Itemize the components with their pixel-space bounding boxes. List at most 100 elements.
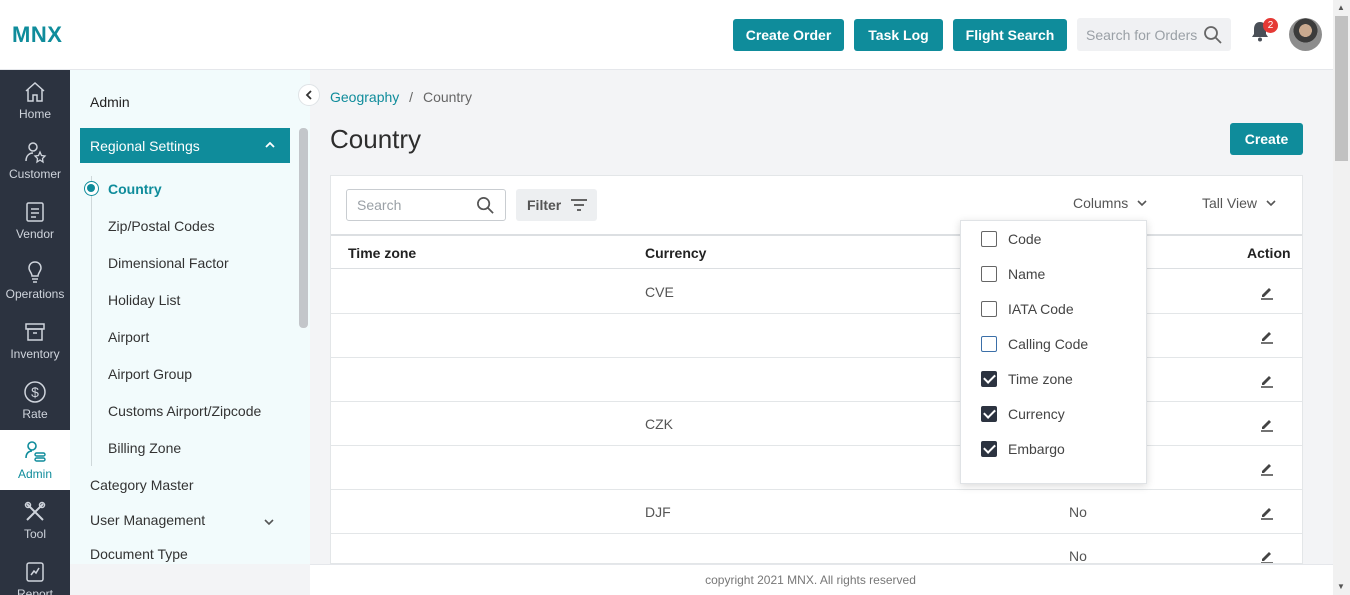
subnav-item-holiday-list[interactable]: Holiday List <box>108 292 180 308</box>
checkbox-checked[interactable] <box>981 371 997 387</box>
scroll-up-arrow[interactable]: ▲ <box>1337 3 1345 12</box>
columns-dropdown-menu: Code Name IATA Code Calling Code Time zo… <box>960 220 1147 484</box>
create-button[interactable]: Create <box>1230 123 1303 155</box>
nav-admin-label: Admin <box>17 466 52 481</box>
column-option-label: Currency <box>1008 406 1065 422</box>
chevron-down-icon[interactable] <box>263 516 275 528</box>
table-row[interactable] <box>331 314 1302 358</box>
home-icon <box>25 81 45 102</box>
filter-button[interactable]: Filter <box>516 189 597 221</box>
nav-vendor-label: Vendor <box>15 226 55 241</box>
column-option-code[interactable]: Code <box>981 231 1041 247</box>
nav-customer-label: Customer <box>8 166 61 181</box>
nav-operations[interactable]: Operations <box>0 250 70 310</box>
column-option-time-zone[interactable]: Time zone <box>981 371 1073 387</box>
regional-settings-label: Regional Settings <box>90 137 200 154</box>
checkbox-checked[interactable] <box>981 441 997 457</box>
edit-icon[interactable] <box>1259 548 1275 564</box>
customer-icon <box>25 141 47 163</box>
collapse-sidebar-button[interactable] <box>298 84 320 106</box>
table-search-input[interactable]: Search <box>346 189 506 221</box>
subnav-item-dimensional-factor[interactable]: Dimensional Factor <box>108 255 229 271</box>
create-order-button[interactable]: Create Order <box>733 19 844 51</box>
tall-view-label: Tall View <box>1202 195 1257 211</box>
chevron-down-icon <box>1137 200 1147 207</box>
admin-subnav: Admin Regional Settings Country Zip/Post… <box>70 70 310 564</box>
columns-label: Columns <box>1073 195 1129 211</box>
subnav-scrollbar[interactable] <box>299 128 308 328</box>
subnav-item-country[interactable]: Country <box>108 181 162 197</box>
checkbox[interactable] <box>981 231 997 247</box>
checkbox-checked[interactable] <box>981 406 997 422</box>
breadcrumb-current: Country <box>422 89 472 105</box>
notification-badge: 2 <box>1263 18 1278 33</box>
nav-rate[interactable]: $ Rate <box>0 370 70 430</box>
task-log-button[interactable]: Task Log <box>854 19 943 51</box>
table-row[interactable]: No <box>331 534 1302 564</box>
cell-currency: CZK <box>645 416 673 432</box>
columns-dropdown-button[interactable]: Columns <box>1073 195 1148 211</box>
nav-home[interactable]: Home <box>0 70 70 130</box>
regional-settings-group[interactable]: Regional Settings <box>80 128 290 163</box>
column-option-label: Time zone <box>1008 371 1073 387</box>
table-row[interactable]: CZK <box>331 402 1302 446</box>
operations-icon <box>28 260 42 283</box>
nav-operations-label: Operations <box>5 286 65 301</box>
checkbox[interactable] <box>981 301 997 317</box>
subnav-item-airport-group[interactable]: Airport Group <box>108 366 192 382</box>
scroll-down-arrow[interactable]: ▼ <box>1337 582 1345 591</box>
subnav-item-zip-postal-codes[interactable]: Zip/Postal Codes <box>108 218 215 234</box>
flight-search-button[interactable]: Flight Search <box>953 19 1067 51</box>
table-row[interactable] <box>331 358 1302 402</box>
column-option-calling-code[interactable]: Calling Code <box>981 336 1088 352</box>
subnav-item-airport[interactable]: Airport <box>108 329 149 345</box>
rate-icon: $ <box>24 380 46 403</box>
chevron-left-icon <box>305 90 312 100</box>
subnav-item-document-type[interactable]: Document Type <box>90 546 188 562</box>
nav-inventory[interactable]: Inventory <box>0 310 70 370</box>
subnav-item-customs-airport[interactable]: Customs Airport/Zipcode <box>108 403 261 419</box>
table-header: Time zone Currency Action <box>331 234 1302 269</box>
nav-vendor[interactable]: Vendor <box>0 190 70 250</box>
column-option-iata-code[interactable]: IATA Code <box>981 301 1074 317</box>
nav-tool[interactable]: Tool <box>0 490 70 550</box>
chevron-up-icon[interactable] <box>264 139 276 151</box>
edit-icon[interactable] <box>1259 504 1275 520</box>
search-icon[interactable] <box>476 196 495 215</box>
scrollbar-thumb[interactable] <box>1335 16 1348 161</box>
filter-label: Filter <box>527 197 562 213</box>
column-option-label: Embargo <box>1008 441 1065 457</box>
order-search-input[interactable]: Search for Orders <box>1077 18 1231 51</box>
subnav-item-category-master[interactable]: Category Master <box>90 477 193 493</box>
table-row[interactable]: DJF No <box>331 490 1302 534</box>
filter-icon <box>571 199 587 211</box>
edit-icon[interactable] <box>1259 460 1275 476</box>
nav-customer[interactable]: Customer <box>0 130 70 190</box>
page-title: Country <box>330 124 422 154</box>
edit-icon[interactable] <box>1259 372 1275 388</box>
checkbox[interactable] <box>981 266 997 282</box>
breadcrumb-geography[interactable]: Geography <box>330 89 399 105</box>
page-scrollbar[interactable]: ▲ ▼ <box>1333 0 1350 595</box>
checkbox[interactable] <box>981 336 997 352</box>
header-timezone[interactable]: Time zone <box>348 245 416 261</box>
column-option-name[interactable]: Name <box>981 266 1045 282</box>
subnav-item-user-management[interactable]: User Management <box>90 512 205 528</box>
header-currency[interactable]: Currency <box>645 245 706 261</box>
active-indicator-icon <box>84 181 99 196</box>
tall-view-dropdown-button[interactable]: Tall View <box>1202 195 1277 211</box>
nav-admin[interactable]: Admin <box>0 430 70 490</box>
main-nav: Home Customer Vendor Operations Inventor… <box>0 70 70 595</box>
subnav-item-billing-zone[interactable]: Billing Zone <box>108 440 181 456</box>
user-avatar[interactable] <box>1289 18 1322 51</box>
edit-icon[interactable] <box>1259 416 1275 432</box>
column-option-embargo[interactable]: Embargo <box>981 441 1065 457</box>
column-option-currency[interactable]: Currency <box>981 406 1065 422</box>
table-row[interactable] <box>331 446 1302 490</box>
nav-report[interactable]: Report <box>0 550 70 595</box>
edit-icon[interactable] <box>1259 328 1275 344</box>
edit-icon[interactable] <box>1259 284 1275 300</box>
table-row[interactable]: CVE <box>331 270 1302 314</box>
search-icon[interactable] <box>1203 25 1223 45</box>
mnx-logo[interactable]: MNX <box>12 22 62 48</box>
